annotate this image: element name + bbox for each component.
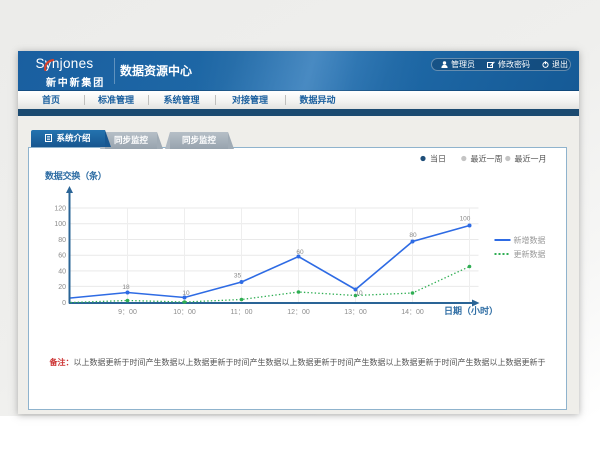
- svg-text:20: 20: [58, 284, 66, 291]
- svg-text:80: 80: [409, 232, 417, 239]
- svg-text:最近一月: 最近一月: [515, 153, 547, 163]
- svg-text:100: 100: [460, 216, 471, 223]
- svg-text:80: 80: [58, 237, 66, 244]
- svg-text:13：00: 13：00: [344, 309, 367, 316]
- svg-text:更新数据: 更新数据: [514, 249, 546, 259]
- svg-text:60: 60: [58, 253, 66, 260]
- svg-text:120: 120: [54, 206, 66, 213]
- svg-text:10: 10: [182, 290, 190, 297]
- svg-text:10：00: 10：00: [173, 309, 196, 316]
- svg-text:100: 100: [54, 221, 66, 228]
- svg-text:0: 0: [62, 300, 66, 307]
- svg-text:日期（小时）: 日期（小时）: [444, 305, 498, 316]
- svg-text:12：00: 12：00: [287, 309, 310, 316]
- svg-text:11：00: 11：00: [230, 309, 252, 316]
- svg-text:60: 60: [296, 249, 304, 256]
- svg-text:35: 35: [234, 273, 242, 280]
- svg-text:10: 10: [355, 290, 363, 297]
- svg-text:新增数据: 新增数据: [514, 235, 546, 245]
- svg-text:9：00: 9：00: [118, 309, 137, 316]
- svg-text:最近一周: 最近一周: [471, 153, 503, 163]
- svg-text:40: 40: [58, 268, 66, 275]
- svg-text:当日: 当日: [430, 153, 446, 163]
- svg-text:14：00: 14：00: [401, 309, 424, 316]
- svg-text:18: 18: [122, 284, 130, 291]
